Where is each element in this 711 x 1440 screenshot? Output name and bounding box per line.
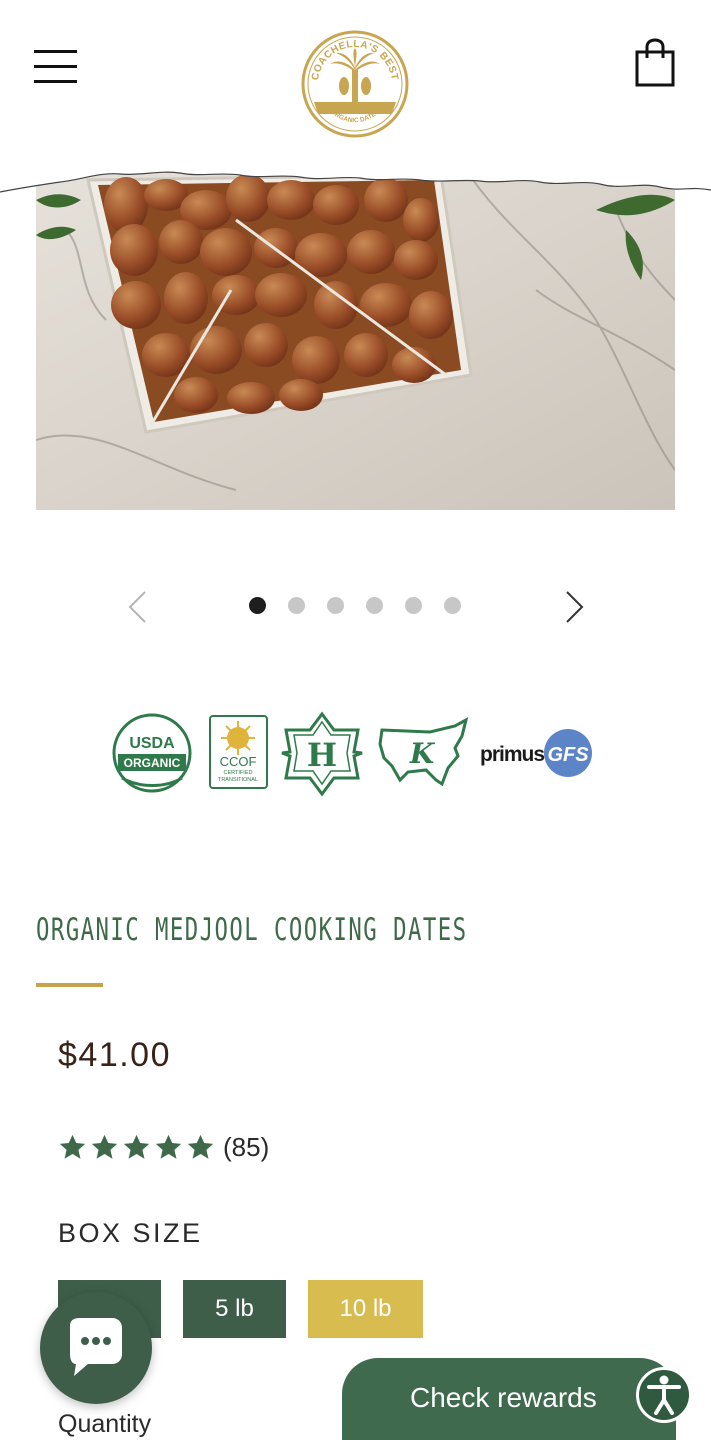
carousel-dot-3[interactable] [327,597,344,614]
carousel-dot-4[interactable] [366,597,383,614]
carousel-pagination [249,597,461,614]
svg-text:USDA: USDA [129,735,175,752]
accessibility-icon [647,1375,681,1415]
carousel-dot-2[interactable] [288,597,305,614]
carousel-dot-5[interactable] [405,597,422,614]
kosher-badge: K [378,717,469,787]
product-image[interactable] [36,170,675,510]
usda-organic-badge: USDA ORGANIC [112,713,192,793]
certification-badges: USDA ORGANIC CCOF CERTIFIED TRANSITIONAL… [112,711,592,797]
svg-text:GFS: GFS [547,744,589,766]
check-rewards-button[interactable]: Check rewards [342,1358,676,1440]
ccof-badge: CCOF CERTIFIED TRANSITIONAL [209,715,268,789]
star-icon [187,1134,214,1159]
chevron-left-icon[interactable] [125,590,151,624]
carousel-dot-1[interactable] [249,597,266,614]
halal-badge: H [281,711,363,797]
chat-bubble-icon [70,1318,122,1376]
star-icon [91,1134,118,1159]
quantity-label: Quantity [58,1410,152,1438]
title-divider [36,983,103,987]
svg-text:ORGANIC: ORGANIC [124,756,181,770]
chat-button[interactable] [40,1292,152,1404]
star-icon [59,1134,86,1159]
svg-text:CCOF: CCOF [220,754,257,769]
svg-text:K: K [409,737,436,770]
accessibility-button[interactable] [636,1367,692,1423]
rating-count: (85) [223,1132,270,1162]
product-title: ORGANIC MEDJOOL COOKING DATES [36,912,468,948]
primus-gfs-badge: primus GFS [480,729,592,777]
hamburger-menu-icon[interactable] [34,50,77,84]
svg-text:primus: primus [480,743,544,766]
size-option-5lb[interactable]: 5 lb [183,1280,286,1338]
star-icon [155,1134,182,1159]
shopping-bag-icon[interactable] [632,38,678,88]
size-option-10lb[interactable]: 10 lb [308,1280,423,1338]
rating-stars [58,1133,215,1162]
svg-text:H: H [307,736,337,774]
torn-paper-edge [0,160,711,193]
carousel-dot-6[interactable] [444,597,461,614]
check-rewards-label: Check rewards [410,1382,597,1413]
svg-text:CERTIFIED: CERTIFIED [224,770,253,776]
svg-text:TRANSITIONAL: TRANSITIONAL [218,777,258,783]
star-icon [123,1134,150,1159]
chevron-right-icon[interactable] [561,590,587,624]
box-size-label: BOX SIZE [58,1218,203,1248]
product-price: $41.00 [58,1036,171,1074]
brand-logo[interactable]: COACHELLA'S BEST ORGANIC DATES [300,28,410,140]
site-header: COACHELLA'S BEST ORGANIC DATES [0,0,711,175]
product-rating[interactable]: (85) [58,1132,269,1163]
